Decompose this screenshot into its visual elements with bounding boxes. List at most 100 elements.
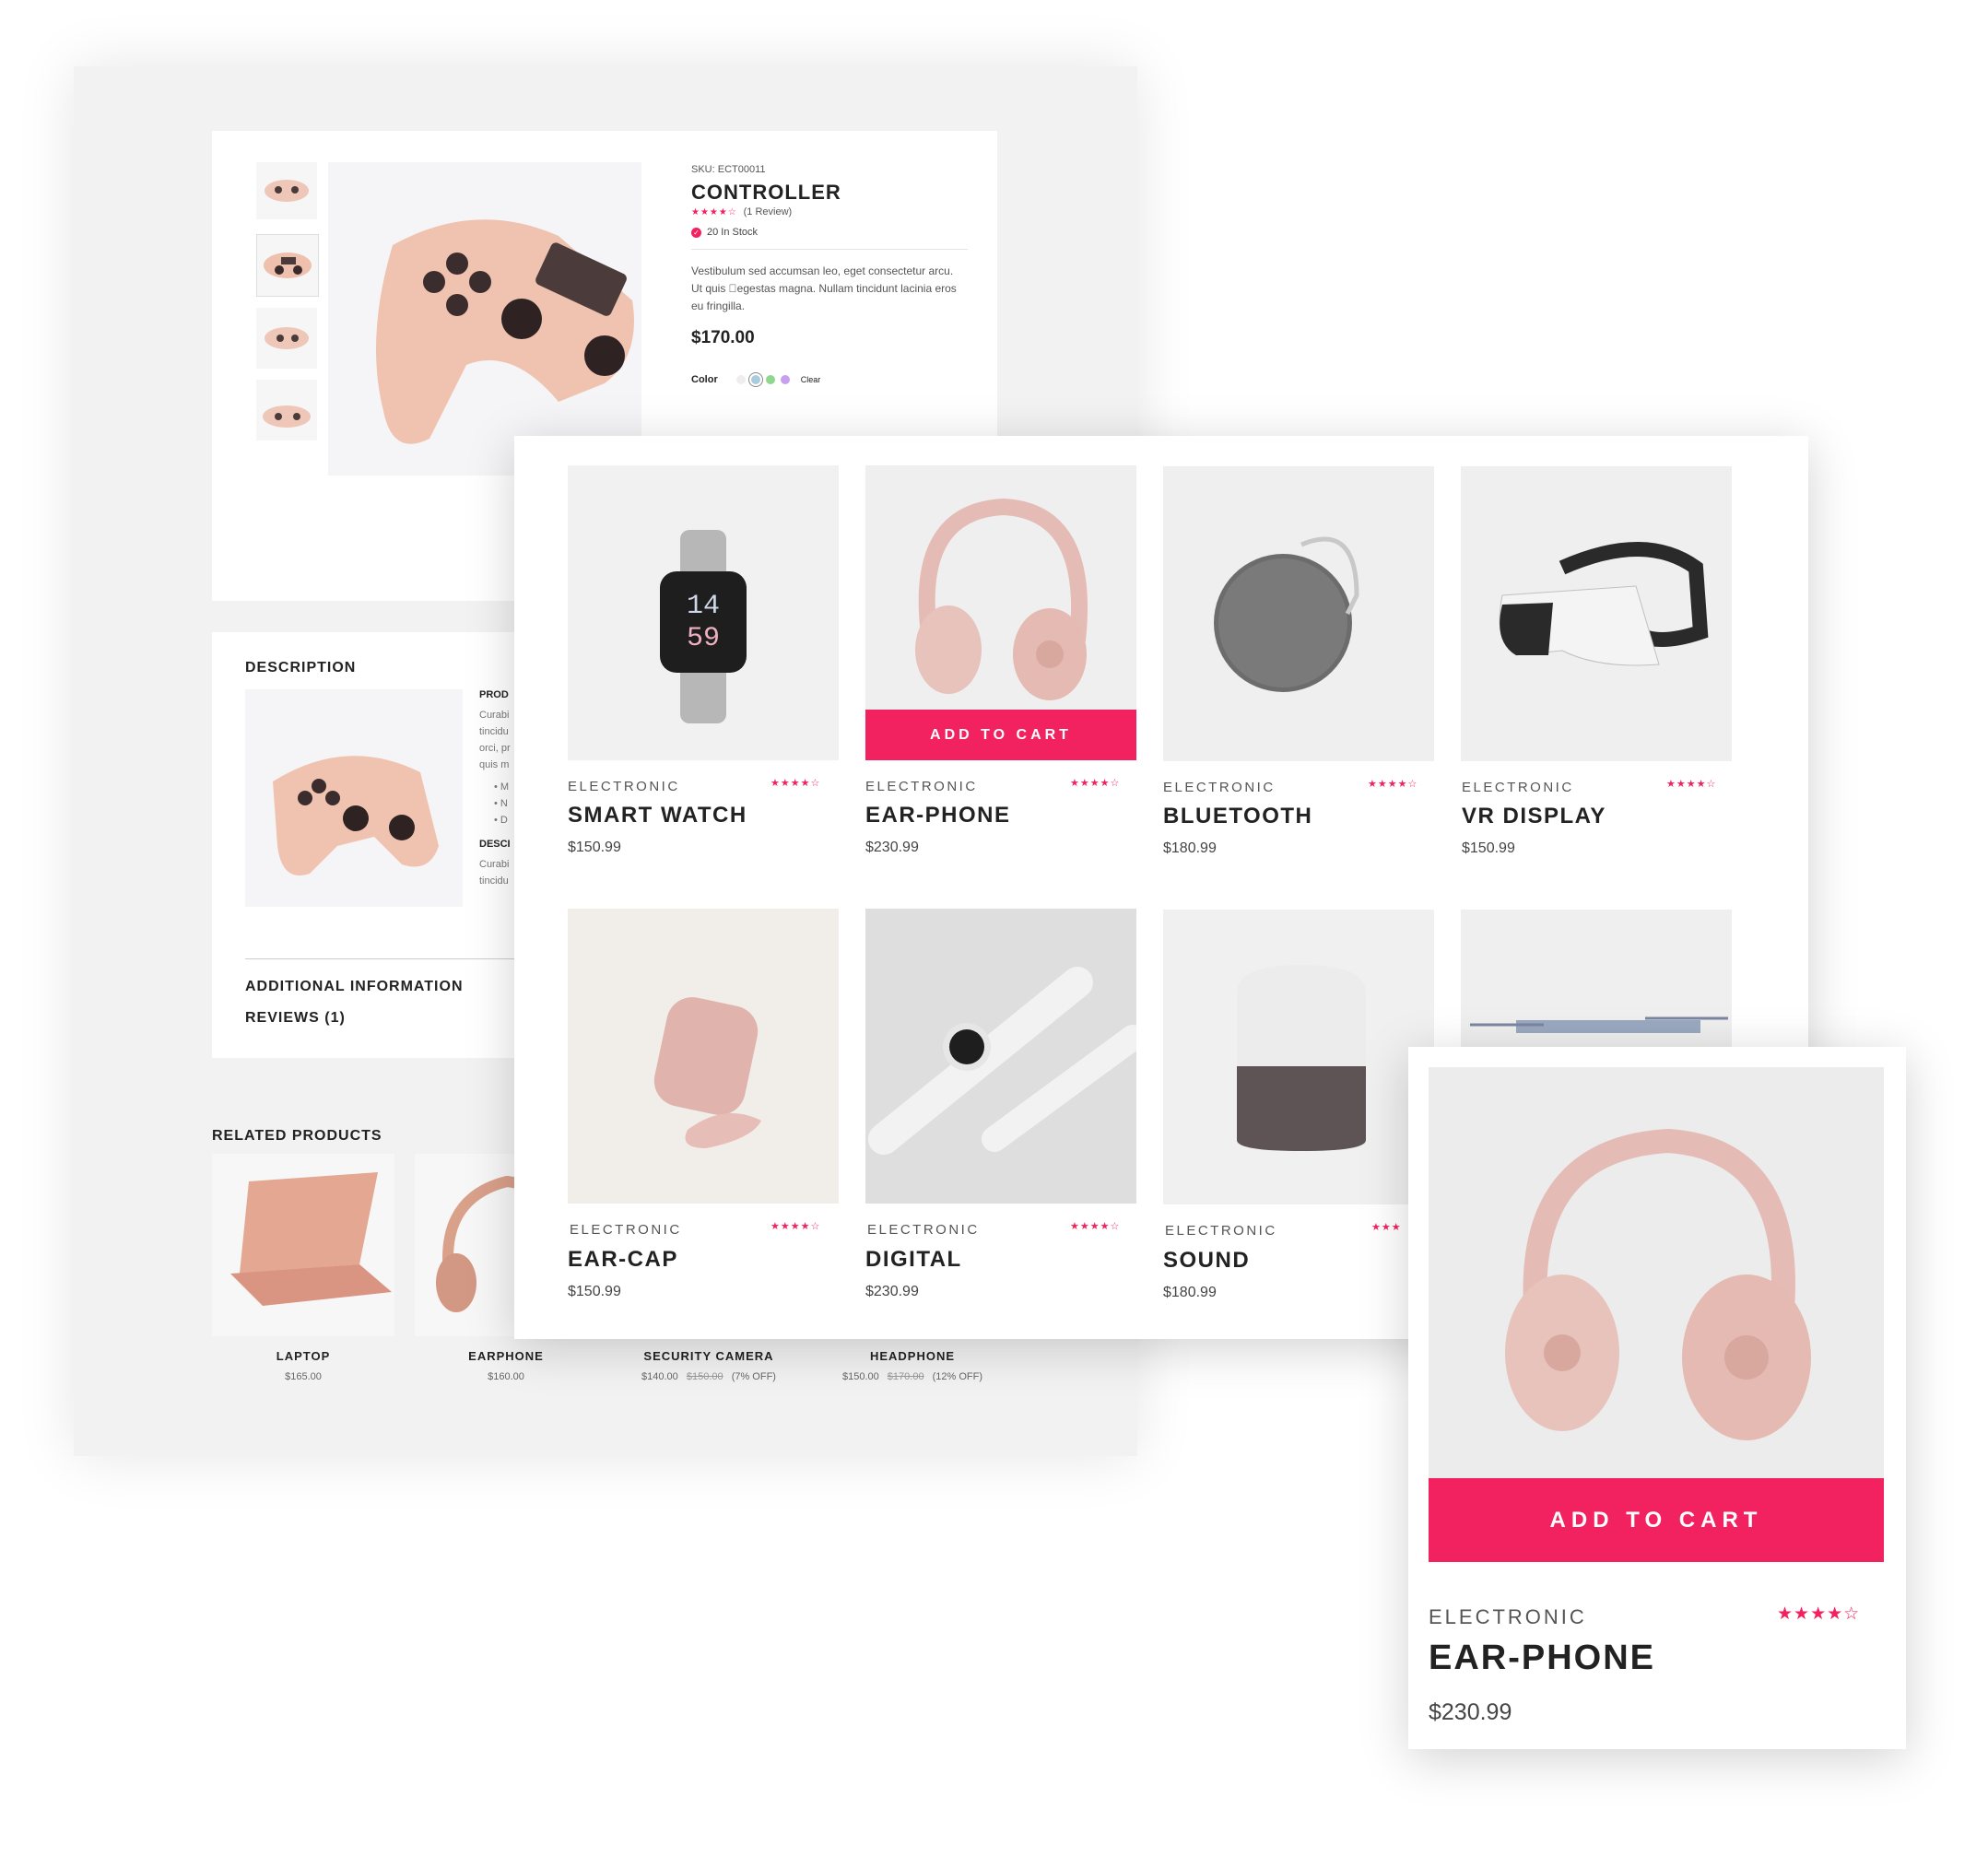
related-price-earphone: $160.00 xyxy=(488,1371,524,1382)
tab-additional-information[interactable]: ADDITIONAL INFORMATION xyxy=(245,979,464,995)
price-discount: (12% OFF) xyxy=(932,1371,983,1382)
desc-subheading-2: DESCI xyxy=(479,839,511,850)
product-image-ear-phone[interactable]: ADD TO CART xyxy=(865,465,1136,760)
earbuds-case-image xyxy=(653,997,761,1148)
thumbnail-1[interactable] xyxy=(256,162,317,219)
description-image xyxy=(245,689,463,907)
category-label: ELECTRONIC xyxy=(865,779,978,794)
rating-stars: ★★★★☆ xyxy=(1368,779,1418,790)
thumbnail-3[interactable] xyxy=(256,308,317,369)
featured-product-name[interactable]: EAR-PHONE xyxy=(1429,1639,1655,1678)
desc-line-2: tincidu xyxy=(479,726,509,737)
bullet-2: • N xyxy=(494,798,508,809)
product-name-ear-phone[interactable]: EAR-PHONE xyxy=(865,803,1011,828)
related-name-earphone[interactable]: EARPHONE xyxy=(415,1349,597,1363)
rating-stars: ★★★★☆ xyxy=(691,207,737,217)
description-heading: DESCRIPTION xyxy=(245,660,357,675)
rating-row: ★★★★☆ (1 Review) xyxy=(691,206,968,217)
product-name-smart-watch[interactable]: SMART WATCH xyxy=(568,803,747,828)
swatch-purple[interactable] xyxy=(780,375,790,384)
controller-image xyxy=(376,219,634,444)
product-name-sound[interactable]: SOUND xyxy=(1163,1248,1250,1274)
product-price: $150.99 xyxy=(1462,840,1515,856)
featured-product-price: $230.99 xyxy=(1429,1699,1512,1725)
desc-line-4: quis m xyxy=(479,759,510,770)
rating-stars: ★★★★☆ xyxy=(1070,778,1121,789)
sku-label: SKU: xyxy=(691,164,715,175)
desc-line-1: Curabi xyxy=(479,710,510,721)
rating-stars: ★★★★☆ xyxy=(1666,779,1717,790)
featured-product-image[interactable]: ADD TO CART xyxy=(1429,1067,1884,1562)
product-image-digital[interactable] xyxy=(865,909,1136,1204)
featured-product-card: ADD TO CART ELECTRONIC ★★★★☆ EAR-PHONE $… xyxy=(1408,1047,1906,1749)
related-price-security-camera: $140.00 $150.00 (7% OFF) xyxy=(618,1371,800,1382)
category-label: ELECTRONIC xyxy=(867,1222,980,1238)
desc-line-6: tincidu xyxy=(479,875,509,887)
product-price: $180.99 xyxy=(1163,840,1217,856)
product-title: CONTROLLER xyxy=(691,181,841,204)
product-image-vr-display[interactable] xyxy=(1461,466,1732,761)
controller-icon xyxy=(265,180,309,202)
swatch-green[interactable] xyxy=(765,375,775,384)
related-item-laptop-image[interactable] xyxy=(212,1154,394,1336)
headphones-image xyxy=(1505,1128,1811,1440)
add-to-cart-button[interactable]: ADD TO CART xyxy=(1429,1478,1884,1562)
category-label: ELECTRONIC xyxy=(1462,780,1574,795)
laptop-image xyxy=(230,1172,392,1306)
smart-watch-image: 14 59 xyxy=(660,530,747,723)
svg-text:59: 59 xyxy=(687,623,720,654)
bluetooth-speaker-image xyxy=(1214,536,1359,692)
short-description: Vestibulum sed accumsan leo, eget consec… xyxy=(691,264,957,312)
rating-stars: ★★★★☆ xyxy=(1070,1221,1121,1232)
thumbnail-2[interactable] xyxy=(256,234,319,297)
bullet-3: • D xyxy=(494,815,508,826)
tab-reviews[interactable]: REVIEWS (1) xyxy=(245,1010,346,1027)
product-image-bluetooth[interactable] xyxy=(1163,466,1434,761)
rating-stars: ★★★★☆ xyxy=(770,778,821,789)
featured-category: ELECTRONIC xyxy=(1429,1605,1587,1628)
product-price: $170.00 xyxy=(691,328,755,347)
product-name-vr-display[interactable]: VR DISPLAY xyxy=(1462,804,1606,829)
bullet-1-text: M xyxy=(500,781,510,793)
thumbnail-4[interactable] xyxy=(256,380,317,441)
controller-icon xyxy=(265,327,309,349)
product-image-sound[interactable] xyxy=(1163,910,1434,1204)
check-icon: ✓ xyxy=(691,227,701,238)
related-price-laptop: $165.00 xyxy=(285,1371,322,1382)
sku-value: ECT00011 xyxy=(717,164,766,175)
product-name-bluetooth[interactable]: BLUETOOTH xyxy=(1163,804,1312,829)
product-image-ear-cap[interactable] xyxy=(568,909,839,1204)
product-image-smart-watch[interactable]: 14 59 xyxy=(568,465,839,760)
product-price: $230.99 xyxy=(865,1284,919,1299)
product-name-digital[interactable]: DIGITAL xyxy=(865,1247,962,1273)
product-info: SKU: ECT00011 CONTROLLER ★★★★☆ (1 Review… xyxy=(691,164,968,467)
tabs-divider xyxy=(245,958,522,959)
review-count-link[interactable]: (1 Review) xyxy=(744,206,793,217)
product-price: $150.99 xyxy=(568,1284,621,1299)
desc-subheading-1: PROD xyxy=(479,689,509,700)
related-name-security-camera[interactable]: SECURITY CAMERA xyxy=(618,1349,800,1363)
vr-headset-image xyxy=(1499,542,1709,666)
product-image-drone[interactable] xyxy=(1461,910,1732,1048)
swatch-blue[interactable] xyxy=(747,372,763,387)
swatch-white[interactable] xyxy=(735,375,746,384)
category-label: ELECTRONIC xyxy=(1163,780,1276,795)
price-current: $150.00 xyxy=(841,1371,879,1382)
rating-stars: ★★★ xyxy=(1371,1222,1402,1233)
featured-rating-stars: ★★★★☆ xyxy=(1777,1604,1861,1624)
related-name-headphone[interactable]: HEADPHONE xyxy=(811,1349,1014,1363)
clear-link[interactable]: Clear xyxy=(801,375,821,384)
add-to-cart-button[interactable]: ADD TO CART xyxy=(865,710,1136,760)
price-current: $140.00 xyxy=(641,1371,678,1382)
bullet-3-text: D xyxy=(500,815,508,826)
bullet-1: • M xyxy=(494,781,510,793)
drone-image xyxy=(1470,1016,1728,1033)
color-label: Color xyxy=(691,374,718,385)
smart-speaker-image xyxy=(1237,965,1366,1151)
product-price: $150.99 xyxy=(568,840,621,855)
related-name-laptop[interactable]: LAPTOP xyxy=(212,1349,394,1363)
category-label: ELECTRONIC xyxy=(570,1222,682,1238)
rating-stars: ★★★★☆ xyxy=(770,1221,821,1232)
controller-icon xyxy=(264,253,312,278)
product-name-ear-cap[interactable]: EAR-CAP xyxy=(568,1247,678,1273)
